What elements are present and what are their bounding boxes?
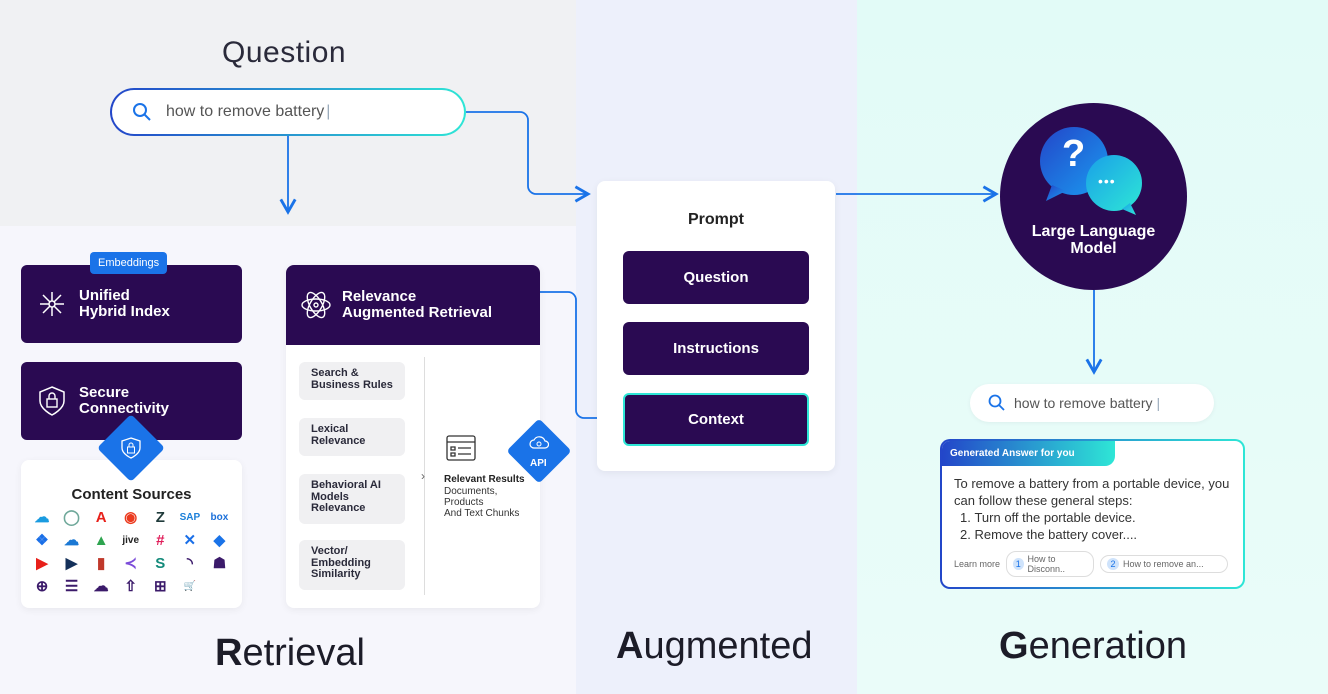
answer-search-value: how to remove battery xyxy=(1014,395,1153,411)
prompt-card: Prompt Question Instructions Context xyxy=(597,181,835,471)
answer-intro: To remove a battery from a portable devi… xyxy=(954,476,1230,508)
youtube-icon: ▶ xyxy=(36,555,48,572)
rule-behavioral-ai: Behavioral AI Models Relevance xyxy=(299,474,405,524)
question-search-value: how to remove battery xyxy=(166,103,325,120)
question-heading: Question xyxy=(222,36,347,69)
cloud-gear-icon xyxy=(529,436,549,449)
question-search-input[interactable]: how to remove battery | xyxy=(110,88,466,136)
learn-more-label: Learn more xyxy=(954,559,1001,569)
rss-icon: ◝ xyxy=(186,555,193,572)
answer-step-1: 1. Turn off the portable device. xyxy=(960,510,1136,525)
adobe-icon: A xyxy=(95,508,107,526)
push-api-icon: ⊞ xyxy=(153,578,167,595)
chat-bubbles-icon xyxy=(1040,127,1142,215)
llm-question-mark: ? xyxy=(1062,133,1086,175)
rar-card: Relevance Augmented Retrieval Search & B… xyxy=(286,265,540,608)
jira-icon: ◆ xyxy=(213,532,226,549)
prompt-context: Context xyxy=(623,393,809,446)
unified-index-label: Unified Hybrid Index xyxy=(79,287,170,320)
arrow-question-to-prompt xyxy=(466,111,591,203)
sharepoint-icon: S xyxy=(155,554,166,572)
aws-s3-icon: ▮ xyxy=(97,555,106,572)
sitemap-icon: ☗ xyxy=(212,555,227,572)
atom-icon xyxy=(301,291,331,319)
search-icon xyxy=(133,103,151,121)
results-title: Relevant Results xyxy=(444,474,525,485)
slack-icon: # xyxy=(156,531,165,549)
prompt-title: Prompt xyxy=(688,211,744,228)
prompt-instructions: Instructions xyxy=(623,322,809,375)
khoros-icon: ≺ xyxy=(124,555,137,572)
llm-dots: ••• xyxy=(1098,173,1116,189)
chevron-right-icon: › xyxy=(421,469,425,483)
prompt-question: Question xyxy=(623,251,809,304)
onedrive-icon: ☁ xyxy=(64,532,80,549)
learn-more-link-2[interactable]: 2 How to remove an... xyxy=(1100,555,1229,573)
box-icon: box xyxy=(210,511,229,523)
results-list-icon xyxy=(446,435,476,461)
cloud-sync-icon: ☁ xyxy=(93,578,109,595)
learn-more-link-1[interactable]: 1 How to Disconn.. xyxy=(1006,551,1095,577)
shield-lock-icon xyxy=(39,386,65,416)
rar-title: Relevance Augmented Retrieval xyxy=(342,288,493,321)
confluence-icon: ✕ xyxy=(183,532,197,549)
sitecore-icon: ◉ xyxy=(124,509,138,526)
api-label: API xyxy=(530,458,547,469)
dynamics-icon: ▶ xyxy=(65,555,78,572)
search-icon xyxy=(988,394,1005,411)
secure-label: Secure Connectivity xyxy=(79,384,170,417)
salesforce-icon: ☁ xyxy=(34,509,50,526)
rule-vector-similarity: Vector/ Embedding Similarity xyxy=(299,540,405,590)
lock-icon xyxy=(121,437,141,459)
content-sources-card: Content Sources ☁ ◯ A ◉ Z SAP box ❖ ☁ ▲ jive # ✕ ◆ ▶ ▶ ▮… xyxy=(21,460,242,608)
dropbox-icon: ❖ xyxy=(35,532,49,549)
zendesk-icon: Z xyxy=(155,508,165,526)
answer-step-2: 2. Remove the battery cover.... xyxy=(960,527,1138,542)
answer-header: Generated Answer for you xyxy=(942,441,1115,466)
answer-search-input[interactable]: how to remove battery | xyxy=(970,384,1214,422)
jive-icon: jive xyxy=(122,534,140,546)
rule-search-business: Search & Business Rules xyxy=(299,362,405,400)
web-icon: ⊕ xyxy=(35,578,49,595)
llm-label: Large Language Model xyxy=(1031,223,1156,257)
content-sources-title: Content Sources xyxy=(71,486,192,503)
SAP-icon: SAP xyxy=(179,511,201,523)
cart-icon: 🛒 xyxy=(183,580,197,592)
retrieval-heading: Retrieval xyxy=(215,632,365,674)
results-sub: Documents, Products And Text Chunks xyxy=(444,486,520,519)
generation-heading: Generation xyxy=(999,625,1188,667)
generated-answer-card: Generated Answer for you To remove a bat… xyxy=(940,439,1245,589)
cloud-upload-icon: ⇧ xyxy=(124,578,137,595)
unified-hybrid-index-card: Unified Hybrid Index xyxy=(21,265,242,343)
database-icon: ☰ xyxy=(64,578,79,595)
google-drive-icon: ▲ xyxy=(93,531,109,549)
embeddings-badge: Embeddings xyxy=(90,252,168,274)
source-logos: ☁ ◯ A ◉ Z SAP box ❖ ☁ ▲ jive # ✕ ◆ ▶ ▶ ▮ ≺ S ◝ ☗ ⊕ ☰ ☁ ⇧ ⊞ 🛒 xyxy=(21,503,242,596)
network-icon xyxy=(40,292,64,316)
llm-circle: ? ••• Large Language Model xyxy=(1000,103,1187,290)
servicenow-icon: ◯ xyxy=(63,509,80,526)
rar-header: Relevance Augmented Retrieval xyxy=(286,265,540,345)
augmented-heading: Augmented xyxy=(616,625,813,667)
rule-lexical: Lexical Relevance xyxy=(299,418,405,456)
